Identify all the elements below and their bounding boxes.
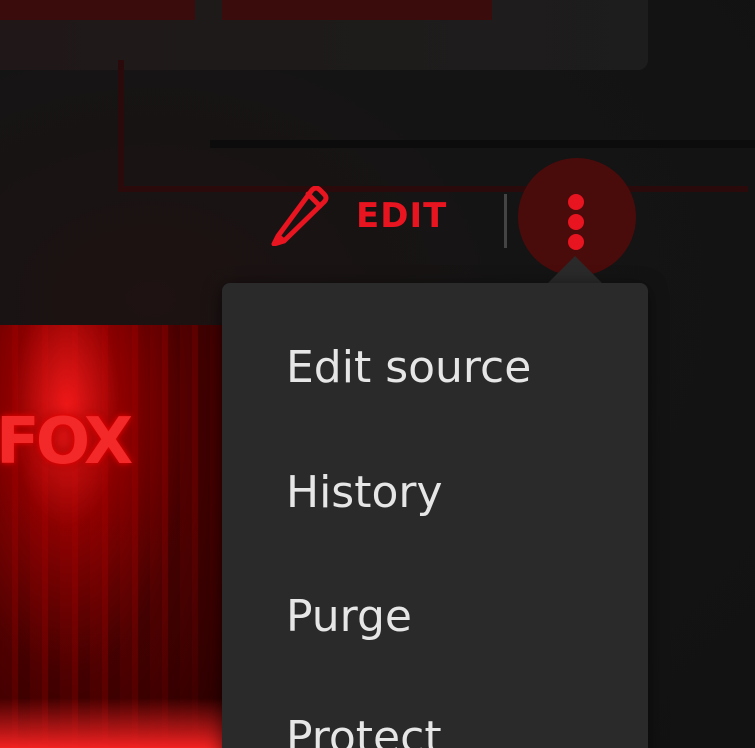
dot (568, 234, 584, 250)
actions-divider (504, 194, 507, 248)
banner-strip (0, 0, 195, 20)
decorative-frame (210, 140, 755, 148)
dot (568, 214, 584, 230)
page-background: FOX EDIT Edit source History Purge Prote… (0, 0, 755, 748)
menu-item-edit-source[interactable]: Edit source (286, 333, 531, 403)
menu-item-purge[interactable]: Purge (286, 582, 412, 652)
dot (568, 194, 584, 210)
menu-item-protect[interactable]: Protect (286, 703, 442, 748)
edit-button[interactable]: EDIT (268, 186, 447, 246)
menu-item-history[interactable]: History (286, 458, 443, 528)
decorative-frame (118, 60, 124, 190)
art-glow (0, 698, 222, 748)
actions-dropdown-menu: Edit source History Purge Protect (222, 283, 648, 748)
top-banner (0, 0, 648, 70)
edit-label: EDIT (356, 196, 448, 236)
art-caption: FOX (0, 405, 133, 479)
dropdown-caret (546, 256, 604, 285)
background-art-image: FOX (0, 325, 222, 748)
banner-strip (222, 0, 492, 20)
pencil-icon (271, 186, 329, 246)
